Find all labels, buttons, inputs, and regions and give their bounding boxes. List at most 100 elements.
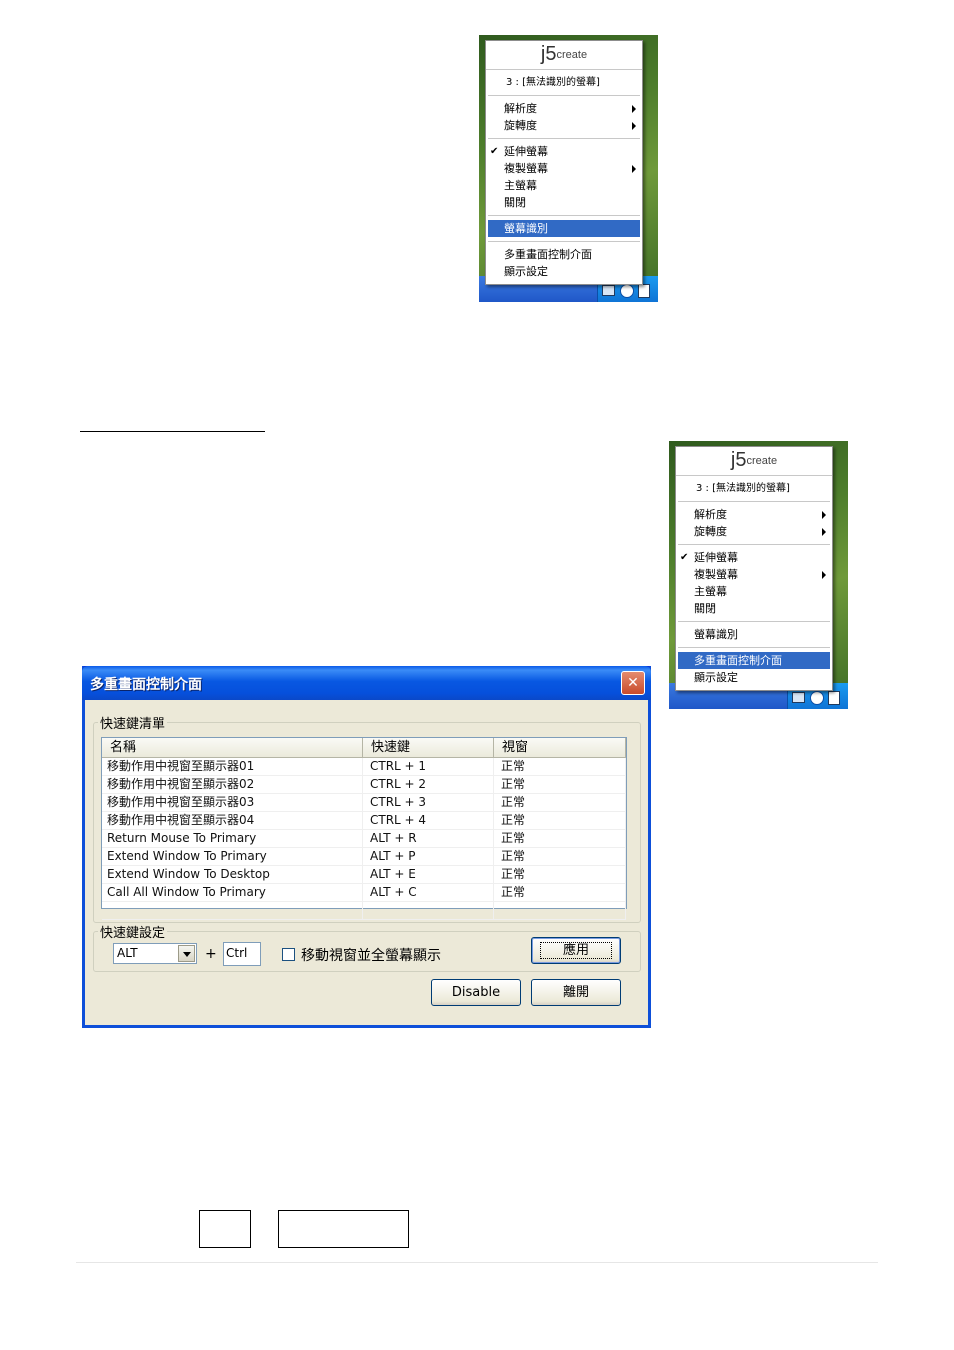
menu-item-label: 關閉 (504, 196, 526, 209)
chevron-down-icon (183, 952, 191, 957)
table-row[interactable]: 移動作用中視窗至顯示器01 CTRL + 1 正常 (102, 758, 626, 776)
display-header: 3 : [無法識別的螢幕] (678, 476, 830, 502)
column-header-window[interactable]: 視窗 (494, 738, 626, 757)
table-row[interactable]: Extend Window To Desktop ALT + E 正常 (102, 866, 626, 884)
menu-item-mirror[interactable]: 複製螢幕 (488, 160, 640, 177)
menu-item-label: 複製螢幕 (504, 162, 548, 175)
menu-group-mode: ✔ 延伸螢幕 複製螢幕 主螢幕 關閉 (488, 139, 640, 216)
fullscreen-checkbox[interactable] (282, 948, 295, 961)
table-row[interactable]: 移動作用中視窗至顯示器02 CTRL + 2 正常 (102, 776, 626, 794)
dialog-titlebar[interactable]: 多重畫面控制介面 ✕ (82, 666, 651, 700)
display-header: 3 : [無法識別的螢幕] (488, 70, 640, 96)
menu-item-mirror[interactable]: 複製螢幕 (678, 566, 830, 583)
menu-item-rotation[interactable]: 旋轉度 (678, 523, 830, 540)
table-row[interactable]: 移動作用中視窗至顯示器04 CTRL + 4 正常 (102, 812, 626, 830)
row-name: Return Mouse To Primary (102, 830, 363, 847)
logo-j5-text: j5 (730, 449, 747, 471)
row-name: Extend Window To Primary (102, 848, 363, 865)
row-name: Extend Window To Desktop (102, 866, 363, 883)
submenu-arrow-icon (822, 571, 826, 579)
menu-item-label: 螢幕識別 (694, 628, 738, 641)
key-input[interactable]: Ctrl (223, 942, 261, 966)
context-menu: j5create 3 : [無法識別的螢幕] 解析度 旋轉度 ✔ 延伸螢幕 複製螢… (485, 40, 643, 285)
footer-divider (76, 1262, 878, 1263)
menu-group-mode: ✔ 延伸螢幕 複製螢幕 主螢幕 關閉 (678, 545, 830, 622)
checkmark-icon: ✔ (490, 146, 499, 157)
table-row[interactable]: Return Mouse To Primary ALT + R 正常 (102, 830, 626, 848)
modifier-select-value: ALT (117, 946, 138, 960)
menu-item-label: 解析度 (694, 508, 727, 521)
menu-item-multi-display-control[interactable]: 多重畫面控制介面 (678, 652, 830, 669)
menu-group-identify: 螢幕識別 (678, 622, 830, 648)
row-hotkey: CTRL + 3 (363, 794, 494, 811)
menu-item-label: 主螢幕 (694, 585, 727, 598)
modifier-select[interactable]: ALT (113, 943, 197, 964)
j5create-logo: j5create (486, 41, 642, 70)
menu-item-label: 解析度 (504, 102, 537, 115)
submenu-arrow-icon (822, 511, 826, 519)
menu-item-extend[interactable]: ✔ 延伸螢幕 (488, 143, 640, 160)
row-window: 正常 (494, 812, 626, 829)
table-row[interactable]: Extend Window To Primary ALT + P 正常 (102, 848, 626, 866)
fullscreen-checkbox-label[interactable]: 移動視窗並全螢幕顯示 (301, 945, 441, 965)
table-row[interactable]: Call All Window To Primary ALT + C 正常 (102, 884, 626, 902)
menu-item-label: 旋轉度 (504, 119, 537, 132)
table-row-empty (102, 902, 626, 920)
menu-group-settings: 多重畫面控制介面 顯示設定 (488, 242, 640, 284)
menu-item-label: 延伸螢幕 (504, 145, 548, 158)
row-name (102, 902, 363, 919)
menu-item-identify[interactable]: 螢幕識別 (488, 220, 640, 237)
keyboard-icon[interactable] (602, 285, 615, 296)
row-window: 正常 (494, 866, 626, 883)
row-hotkey: CTRL + 1 (363, 758, 494, 775)
menu-item-off[interactable]: 關閉 (488, 194, 640, 211)
menu-item-resolution[interactable]: 解析度 (678, 506, 830, 523)
tray-arrow-icon[interactable] (620, 284, 634, 298)
menu-item-display-settings[interactable]: 顯示設定 (488, 263, 640, 280)
menu-item-label: 多重畫面控制介面 (694, 654, 782, 667)
menu-item-off[interactable]: 關閉 (678, 600, 830, 617)
menu-item-label: 主螢幕 (504, 179, 537, 192)
row-name: 移動作用中視窗至顯示器02 (102, 776, 363, 793)
j5-monitor-icon[interactable] (828, 691, 840, 705)
menu-item-extend[interactable]: ✔ 延伸螢幕 (678, 549, 830, 566)
menu-item-label: 多重畫面控制介面 (504, 248, 592, 261)
submenu-arrow-icon (822, 528, 826, 536)
list-header: 名稱 快速鍵 視窗 (102, 738, 626, 758)
row-name: Call All Window To Primary (102, 884, 363, 901)
tray-arrow-icon[interactable] (810, 691, 824, 705)
logo-create-text: create (746, 455, 778, 467)
menu-item-rotation[interactable]: 旋轉度 (488, 117, 640, 134)
keyboard-icon[interactable] (792, 692, 805, 703)
plus-sign: + (205, 946, 217, 962)
menu-item-resolution[interactable]: 解析度 (488, 100, 640, 117)
menu-item-display-settings[interactable]: 顯示設定 (678, 669, 830, 686)
submenu-arrow-icon (632, 122, 636, 130)
menu-item-primary[interactable]: 主螢幕 (488, 177, 640, 194)
row-hotkey: CTRL + 4 (363, 812, 494, 829)
context-menu: j5create 3 : [無法識別的螢幕] 解析度 旋轉度 ✔ 延伸螢幕 複製螢… (675, 446, 833, 691)
column-header-name[interactable]: 名稱 (102, 738, 363, 757)
close-button[interactable]: ✕ (621, 671, 645, 695)
j5-monitor-icon[interactable] (638, 284, 650, 298)
close-icon: ✕ (627, 675, 639, 691)
menu-group-settings: 多重畫面控制介面 顯示設定 (678, 648, 830, 690)
menu-item-multi-display-control[interactable]: 多重畫面控制介面 (488, 246, 640, 263)
menu-item-label: 螢幕識別 (504, 222, 548, 235)
row-name: 移動作用中視窗至顯示器01 (102, 758, 363, 775)
apply-button[interactable]: 應用 (531, 937, 621, 964)
hotkey-list[interactable]: 名稱 快速鍵 視窗 移動作用中視窗至顯示器01 CTRL + 1 正常 移動作用中視… (101, 737, 627, 920)
key-box-small (199, 1210, 251, 1248)
row-hotkey: ALT + R (363, 830, 494, 847)
table-row[interactable]: 移動作用中視窗至顯示器03 CTRL + 3 正常 (102, 794, 626, 812)
menu-item-primary[interactable]: 主螢幕 (678, 583, 830, 600)
menu-item-identify[interactable]: 螢幕識別 (678, 626, 830, 643)
exit-button[interactable]: 離開 (531, 979, 621, 1006)
disable-button[interactable]: Disable (431, 979, 521, 1006)
section-underline (80, 431, 265, 432)
column-header-hotkey[interactable]: 快速鍵 (363, 738, 494, 757)
dropdown-button[interactable] (178, 945, 195, 962)
menu-group-identify: 螢幕識別 (488, 216, 640, 242)
menu-item-label: 延伸螢幕 (694, 551, 738, 564)
menu-item-label: 複製螢幕 (694, 568, 738, 581)
